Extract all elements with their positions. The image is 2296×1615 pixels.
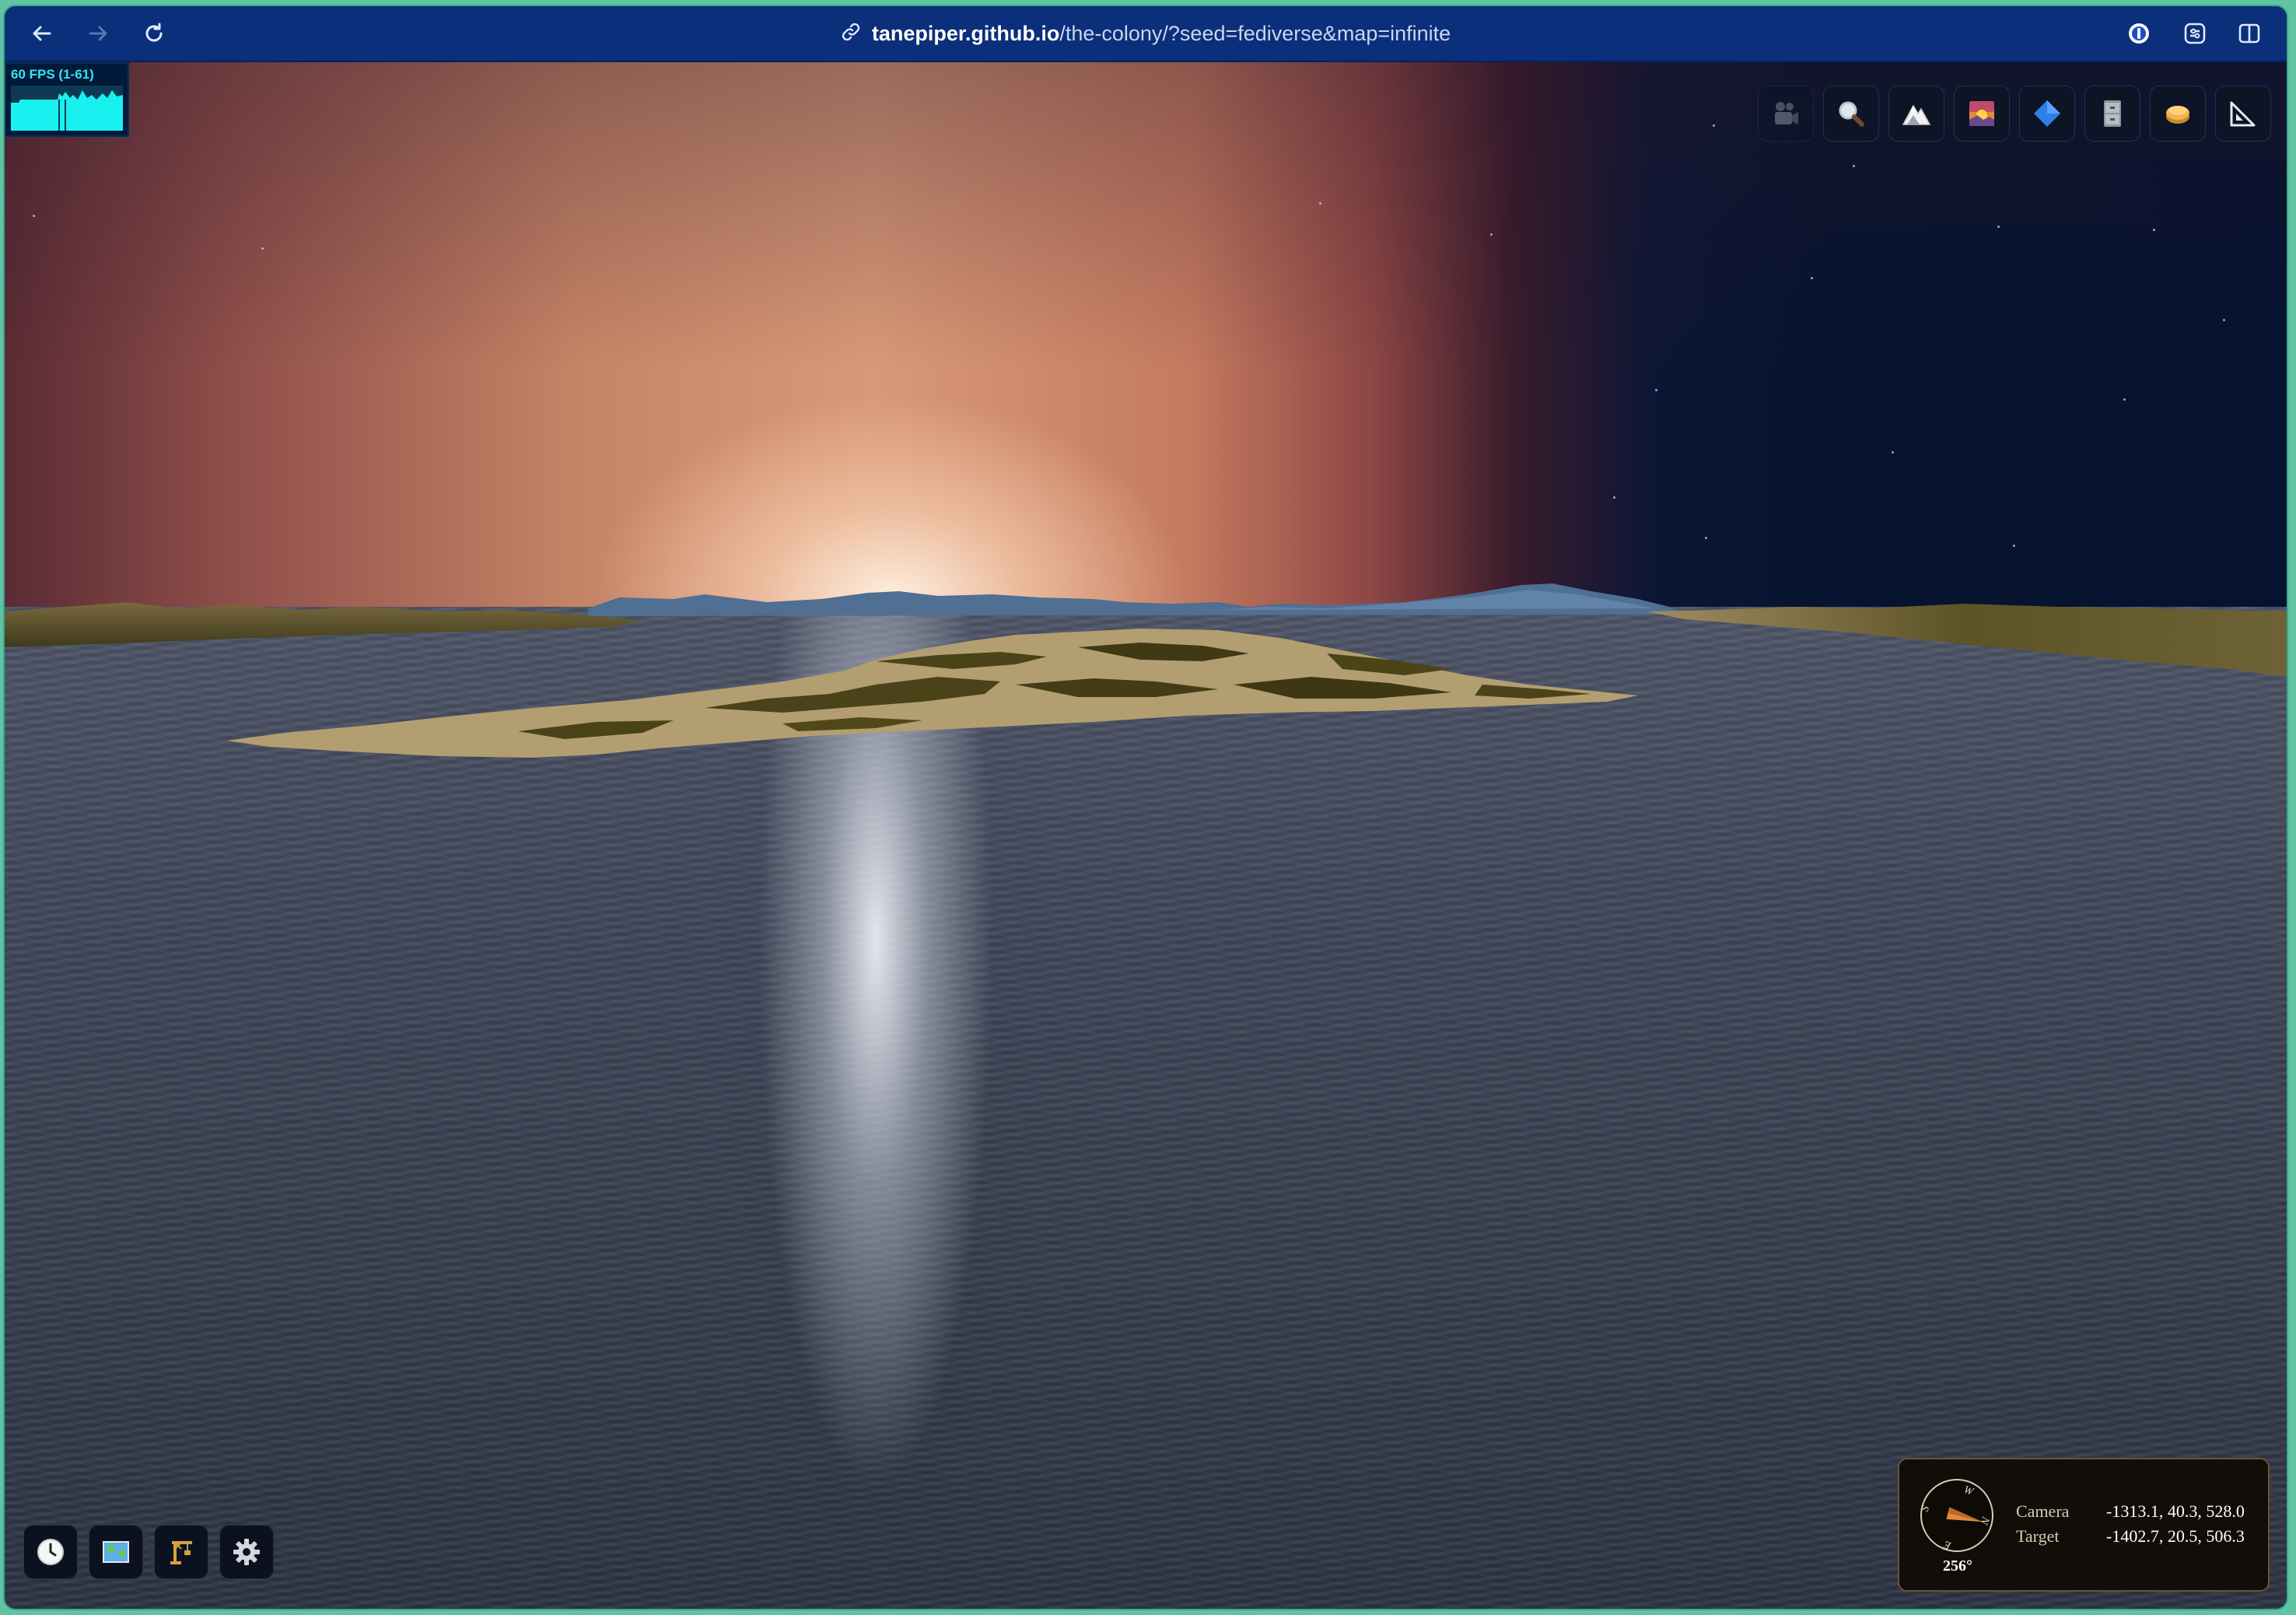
- gear-icon: [233, 1539, 260, 1565]
- map-icon: [103, 1541, 129, 1563]
- zoom-tool[interactable]: [1823, 86, 1879, 142]
- browser-window: tanepiper.github.io/the-colony/?seed=fed…: [5, 6, 2287, 1609]
- camera-value: -1313.1, 40.3, 528.0: [2106, 1501, 2245, 1521]
- settings-button[interactable]: [219, 1525, 274, 1579]
- mountain-icon: [1902, 104, 1931, 125]
- bottom-tools: [23, 1525, 274, 1579]
- camera-tool[interactable]: [1758, 86, 1814, 142]
- storage-tool[interactable]: [2084, 86, 2140, 142]
- url-path: /the-colony/?seed=fediverse&map=infinite: [1059, 22, 1451, 45]
- magnifier-icon: [1839, 101, 1864, 127]
- blue-diamond-icon: [2034, 100, 2060, 127]
- top-tools: [1758, 86, 2271, 142]
- extension-icon[interactable]: [2179, 18, 2210, 49]
- ruler-triangle-icon: [2230, 101, 2256, 127]
- target-value: -1402.7, 20.5, 506.3: [2106, 1526, 2245, 1546]
- url-host: tanepiper.github.io: [871, 22, 1060, 45]
- terrain: [5, 583, 2287, 758]
- browser-toolbar: tanepiper.github.io/the-colony/?seed=fed…: [5, 6, 2287, 62]
- sunrise-icon: [1969, 101, 1994, 126]
- target-label: Target: [2016, 1526, 2060, 1546]
- layers-tool[interactable]: [2150, 86, 2206, 142]
- fps-meter: 60 FPS (1-61): [5, 62, 129, 137]
- cabinet-icon: [2104, 100, 2121, 127]
- camera-label: Camera: [2016, 1501, 2070, 1521]
- sky-tool[interactable]: [1954, 86, 2010, 142]
- camera-info-panel: W S E N 256° Camera -1313.1, 40.3, 528.0 …: [1898, 1458, 2270, 1592]
- water-tool[interactable]: [2019, 86, 2075, 142]
- target-position-row: Target -1402.7, 20.5, 506.3: [2016, 1526, 2245, 1547]
- fps-label: 60 FPS (1-61): [11, 67, 94, 82]
- address-bar[interactable]: tanepiper.github.io/the-colony/?seed=fed…: [5, 19, 2287, 50]
- clock-icon: [37, 1539, 64, 1565]
- fps-graph: [11, 86, 123, 131]
- game-viewport[interactable]: 60 FPS (1-61) W S E N 256° Camera -1313.…: [5, 62, 2287, 1609]
- cookie-icon: [2166, 106, 2189, 124]
- compass-heading: 256°: [1943, 1557, 1972, 1575]
- map-button[interactable]: [89, 1525, 143, 1579]
- time-button[interactable]: [23, 1525, 78, 1579]
- construction-icon: [170, 1541, 192, 1564]
- camera-position-row: Camera -1313.1, 40.3, 528.0: [2016, 1501, 2245, 1522]
- sidebar-icon[interactable]: [2234, 18, 2265, 49]
- link-icon: [841, 20, 861, 50]
- password-manager-icon[interactable]: [2123, 18, 2154, 49]
- movie-camera-icon: [1775, 102, 1798, 124]
- compass[interactable]: W S E N: [1918, 1477, 1996, 1554]
- terrain-tool[interactable]: [1888, 86, 1944, 142]
- measure-tool[interactable]: [2215, 86, 2271, 142]
- build-button[interactable]: [154, 1525, 208, 1579]
